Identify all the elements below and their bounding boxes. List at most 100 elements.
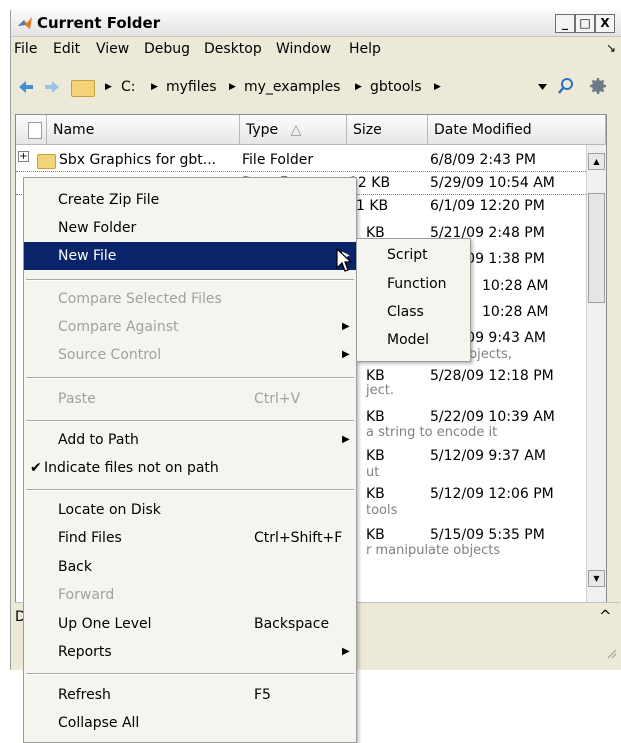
file-size: KB — [366, 409, 385, 425]
search-icon[interactable] — [557, 77, 575, 95]
resize-grip-icon[interactable] — [605, 647, 617, 659]
menu-item-up-one-level[interactable]: Up One Level Backspace — [24, 610, 356, 638]
checkmark-icon: ✔ — [30, 460, 42, 476]
menu-separator — [26, 420, 354, 422]
menu-item-source-control[interactable]: Source Control ▶ — [24, 341, 356, 369]
column-header-name[interactable]: Name — [47, 115, 240, 145]
minimize-button[interactable]: _ — [555, 14, 575, 33]
scroll-thumb[interactable] — [588, 193, 605, 303]
submenu-item-class[interactable]: Class — [387, 304, 424, 320]
submenu-item-model[interactable]: Model — [387, 332, 429, 348]
menu-item-locate-on-disk[interactable]: Locate on Disk — [24, 496, 356, 524]
close-button[interactable]: X — [595, 14, 615, 33]
file-name: Sbx Graphics for gbt... — [59, 152, 217, 168]
breadcrumb-c-drive[interactable]: C: — [121, 79, 136, 95]
menu-item-label: Back — [58, 559, 92, 575]
menu-item-label: Find Files — [58, 530, 122, 546]
file-date: 5/28/09 12:18 PM — [430, 368, 554, 384]
expand-icon[interactable]: + — [18, 151, 29, 162]
menu-separator — [26, 377, 354, 379]
folder-icon — [37, 154, 56, 169]
menu-item-add-to-path[interactable]: Add to Path ▶ — [24, 426, 356, 454]
column-header-date[interactable]: Date Modified — [428, 115, 606, 145]
menu-item-label: New File — [58, 248, 117, 264]
menu-item-refresh[interactable]: Refresh F5 — [24, 681, 356, 709]
file-icon — [28, 122, 42, 139]
menu-item-new-file[interactable]: New File ▶ — [24, 242, 356, 270]
menu-item-label: Paste — [58, 391, 96, 407]
scroll-up-icon[interactable]: ▲ — [588, 153, 605, 170]
menu-item-paste[interactable]: Paste Ctrl+V — [24, 385, 356, 413]
menu-item-label: Up One Level — [58, 616, 152, 632]
menu-shortcut: Ctrl+Shift+F — [254, 530, 343, 546]
menu-item-label: New Folder — [58, 220, 137, 236]
menu-item-forward[interactable]: Forward — [24, 581, 356, 609]
menu-edit[interactable]: Edit — [53, 41, 80, 57]
submenu-item-function[interactable]: Function — [387, 276, 447, 292]
submenu-arrow-icon: ▶ — [342, 434, 350, 445]
menu-item-label: Locate on Disk — [58, 502, 161, 518]
file-date: 10:28 AM — [482, 278, 549, 294]
file-date: 6/1/09 12:20 PM — [430, 198, 545, 214]
menu-shortcut: F5 — [254, 687, 271, 703]
title-bar[interactable]: Current Folder _ □ X — [11, 10, 621, 37]
menu-help[interactable]: Help — [349, 41, 381, 57]
back-arrow-icon[interactable] — [19, 81, 33, 93]
menu-debug[interactable]: Debug — [144, 41, 190, 57]
collapse-details-icon[interactable]: ^ — [599, 607, 612, 625]
menu-desktop[interactable]: Desktop — [204, 41, 262, 57]
menu-item-new-folder[interactable]: New Folder — [24, 214, 356, 242]
maximize-button[interactable]: □ — [575, 14, 595, 33]
menu-item-find-files[interactable]: Find Files Ctrl+Shift+F — [24, 524, 356, 552]
file-description: a string to encode it — [366, 425, 498, 440]
menu-window[interactable]: Window — [276, 41, 331, 57]
column-date-label: Date Modified — [434, 122, 532, 138]
context-menu: Create Zip File New Folder New File ▶ Com… — [23, 177, 357, 743]
file-date: 10:28 AM — [482, 304, 549, 320]
menu-item-create-zip-file[interactable]: Create Zip File — [24, 186, 356, 214]
breadcrumb-gbtools[interactable]: gbtools — [370, 79, 422, 95]
column-header-size[interactable]: Size — [347, 115, 428, 145]
breadcrumb-separator-icon: ▶ — [105, 82, 112, 92]
menu-item-reports[interactable]: Reports ▶ — [24, 638, 356, 666]
submenu-item-script[interactable]: Script — [387, 247, 428, 263]
menu-item-back[interactable]: Back — [24, 553, 356, 581]
menu-item-collapse-all[interactable]: Collapse All — [24, 709, 356, 737]
vertical-scrollbar[interactable]: ▲ ▼ — [586, 145, 606, 602]
breadcrumb-separator-icon: ▶ — [229, 82, 236, 92]
file-size: KB — [366, 486, 385, 502]
breadcrumb-myfiles[interactable]: myfiles — [166, 79, 217, 95]
column-header-type[interactable]: Type △ — [240, 115, 347, 145]
menu-item-compare-selected-files[interactable]: Compare Selected Files — [24, 285, 356, 313]
menu-item-indicate-files-not-on-path[interactable]: ✔ Indicate files not on path — [24, 454, 356, 482]
menu-view[interactable]: View — [96, 41, 129, 57]
matlab-logo-icon — [18, 17, 32, 29]
file-date: 6/8/09 2:43 PM — [430, 152, 536, 168]
undock-icon[interactable]: ↘ — [606, 41, 616, 55]
scroll-down-icon[interactable]: ▼ — [588, 570, 605, 587]
table-row[interactable]: + Sbx Graphics for gbt... File Folder 6/… — [16, 149, 606, 171]
path-dropdown-icon[interactable] — [538, 84, 547, 90]
column-header-icon[interactable] — [16, 115, 47, 145]
menu-item-label: Create Zip File — [58, 192, 160, 208]
folder-icon[interactable] — [71, 80, 95, 97]
menu-file[interactable]: File — [14, 41, 37, 57]
forward-arrow-icon[interactable] — [45, 81, 59, 93]
menu-item-label: Add to Path — [58, 432, 139, 448]
file-description: tools — [366, 503, 398, 518]
breadcrumb-my-examples[interactable]: my_examples — [244, 79, 340, 95]
toolbar: ▶ C: ▶ myfiles ▶ my_examples ▶ gbtools ▶ — [11, 65, 621, 109]
gear-icon[interactable] — [589, 77, 609, 95]
file-date: 5/15/09 5:35 PM — [430, 527, 545, 543]
new-file-submenu: Script Function Class Model — [356, 238, 471, 362]
file-type: File Folder — [242, 152, 314, 168]
menu-item-compare-against[interactable]: Compare Against ▶ — [24, 313, 356, 341]
submenu-arrow-icon: ▶ — [342, 321, 350, 332]
column-size-label: Size — [353, 122, 382, 138]
file-description: ut — [366, 465, 380, 480]
menu-separator — [26, 673, 354, 675]
menu-item-label: Source Control — [58, 347, 162, 363]
column-name-label: Name — [53, 122, 95, 138]
breadcrumb-separator-icon: ▶ — [434, 82, 441, 92]
file-size: KB — [366, 527, 385, 543]
